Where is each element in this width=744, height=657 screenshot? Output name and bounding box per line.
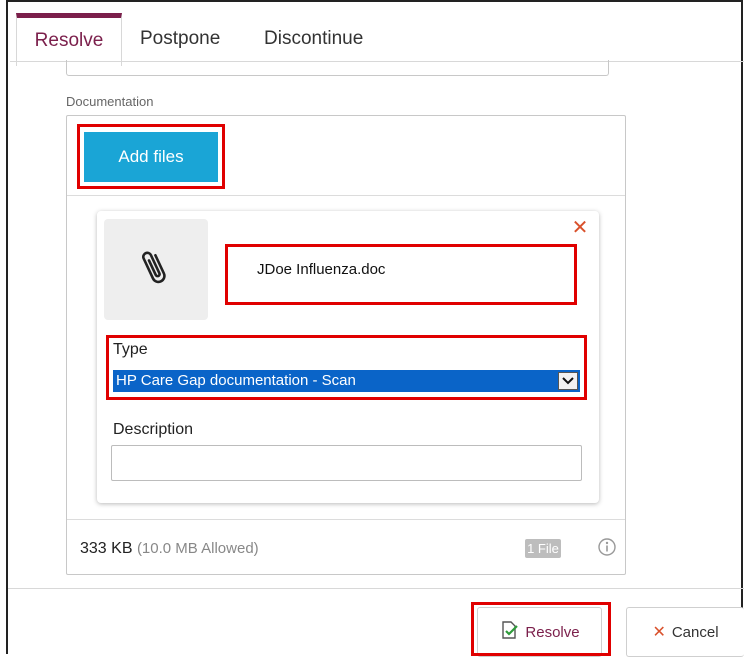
info-icon[interactable] bbox=[597, 537, 617, 562]
type-select-value: HP Care Gap documentation - Scan bbox=[116, 372, 356, 389]
close-icon: ✕ bbox=[652, 624, 666, 641]
file-size-summary: 333 KB (10.0 MB Allowed) bbox=[80, 540, 259, 558]
tab-resolve[interactable]: Resolve bbox=[16, 13, 122, 66]
remove-attachment-close-icon[interactable]: ✕ bbox=[570, 215, 590, 239]
previous-field-bottom bbox=[66, 60, 609, 76]
panel-divider-top bbox=[67, 195, 625, 196]
paperclip-icon bbox=[140, 246, 172, 293]
description-input[interactable] bbox=[111, 445, 582, 481]
type-label: Type bbox=[113, 341, 148, 358]
cancel-button[interactable]: ✕ Cancel bbox=[626, 607, 744, 657]
footer-divider bbox=[8, 588, 744, 589]
document-check-icon bbox=[499, 620, 519, 644]
type-select[interactable]: HP Care Gap documentation - Scan bbox=[113, 370, 580, 392]
attachment-file-name: JDoe Influenza.doc bbox=[257, 261, 386, 278]
attachment-thumbnail bbox=[104, 219, 208, 320]
allowed-size: (10.0 MB Allowed) bbox=[136, 540, 259, 557]
panel-divider-bottom bbox=[67, 519, 625, 520]
add-files-button[interactable]: Add files bbox=[84, 132, 218, 182]
chevron-down-icon[interactable] bbox=[558, 372, 578, 390]
tab-discontinue[interactable]: Discontinue bbox=[264, 16, 363, 62]
resolve-button-label: Resolve bbox=[525, 623, 580, 641]
documentation-label: Documentation bbox=[66, 94, 154, 109]
cancel-button-label: Cancel bbox=[671, 623, 719, 641]
resolve-button[interactable]: Resolve bbox=[477, 607, 602, 657]
tab-postpone[interactable]: Postpone bbox=[140, 16, 220, 62]
description-label: Description bbox=[113, 421, 194, 438]
file-size: 333 KB bbox=[80, 540, 133, 557]
file-count-badge: 1 File bbox=[525, 539, 561, 558]
